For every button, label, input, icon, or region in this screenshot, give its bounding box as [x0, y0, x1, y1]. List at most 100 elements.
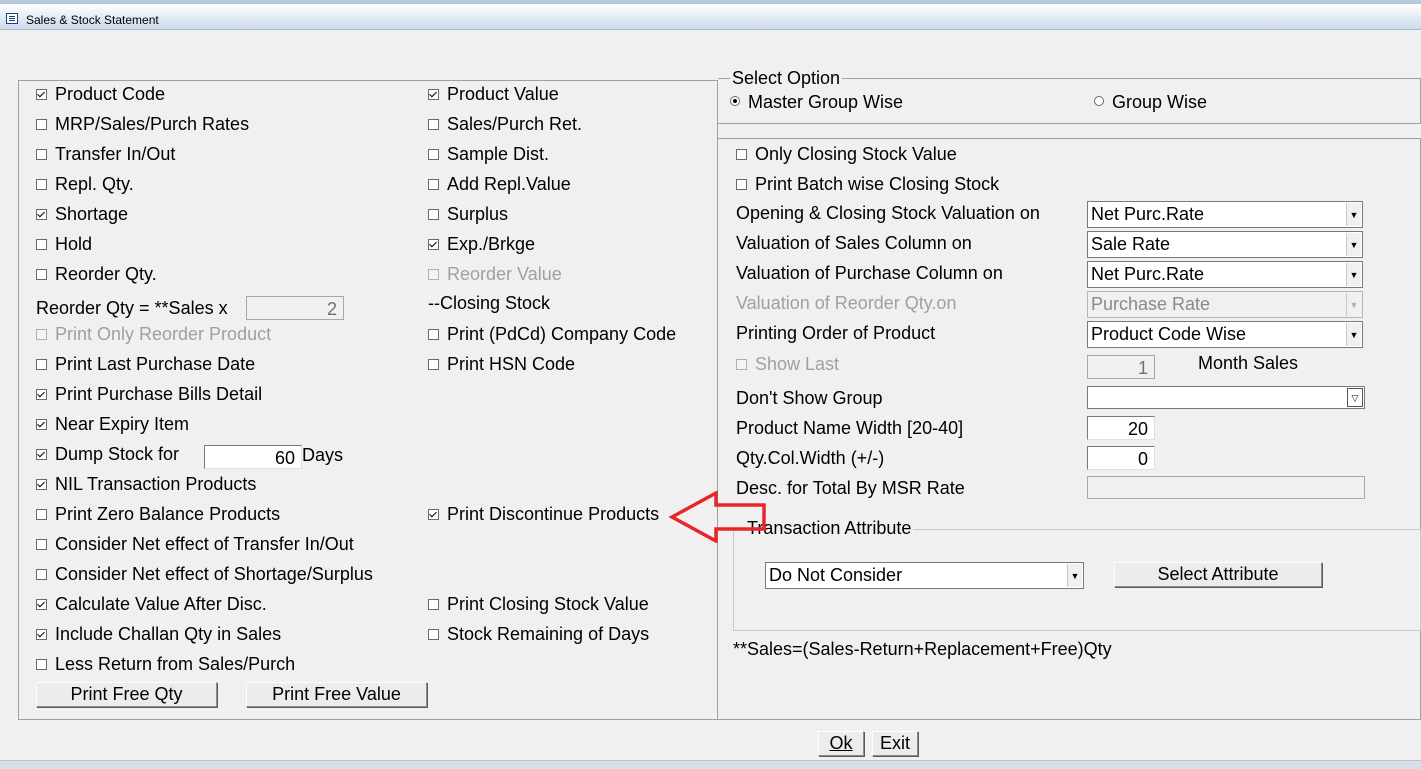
checkbox[interactable]: [428, 269, 439, 280]
option-label: Transfer In/Out: [55, 144, 176, 164]
reorder-valuation-label: Valuation of Reorder Qty.on: [736, 293, 957, 313]
checkbox[interactable]: [36, 389, 47, 400]
sales-column-select[interactable]: Sale Rate ▼: [1087, 231, 1363, 258]
transaction-attribute-select[interactable]: Do Not Consider ▼: [765, 562, 1084, 589]
select-value: Net Purc.Rate: [1091, 264, 1205, 284]
dropdown-arrow-icon[interactable]: ▼: [1346, 263, 1361, 286]
checkbox[interactable]: [36, 629, 47, 640]
option-label: Only Closing Stock Value: [755, 144, 957, 164]
sales-column-label: Valuation of Sales Column on: [736, 233, 972, 253]
option-label: Consider Net effect of Transfer In/Out: [55, 534, 354, 554]
radio-label: Master Group Wise: [748, 92, 904, 112]
option-label: Add Repl.Value: [447, 174, 571, 194]
checkbox[interactable]: [428, 209, 439, 220]
exit-button[interactable]: Exit: [872, 731, 918, 756]
checkbox[interactable]: [36, 449, 47, 460]
checkbox[interactable]: [736, 359, 747, 370]
checkbox[interactable]: [428, 239, 439, 250]
show-last-months-input[interactable]: 1: [1087, 355, 1155, 379]
option-label: Print Discontinue Products: [447, 504, 660, 524]
purchase-column-select[interactable]: Net Purc.Rate ▼: [1087, 261, 1363, 288]
product-name-width-input[interactable]: 20: [1087, 416, 1155, 440]
option-label: Exp./Brkge: [447, 234, 536, 254]
print-free-qty-button[interactable]: Print Free Qty: [36, 682, 217, 707]
option-label: Print Purchase Bills Detail: [55, 384, 263, 404]
dropdown-arrow-icon[interactable]: ▼: [1067, 564, 1082, 587]
checkbox[interactable]: [36, 659, 47, 670]
select-value: Do Not Consider: [769, 565, 903, 585]
checkbox[interactable]: [736, 149, 747, 160]
radio-button[interactable]: [730, 96, 740, 106]
reorder-multiplier-input[interactable]: 2: [246, 296, 344, 320]
checkbox[interactable]: [36, 269, 47, 280]
window-menu-icon[interactable]: [6, 13, 18, 24]
exit-label: Exit: [879, 733, 910, 753]
checkbox[interactable]: [428, 509, 439, 520]
checkbox[interactable]: [36, 359, 47, 370]
checkbox[interactable]: [36, 569, 47, 580]
option-label: Show Last: [755, 354, 840, 374]
dropdown-arrow-icon[interactable]: ▼: [1346, 293, 1361, 316]
checkbox[interactable]: [428, 329, 439, 340]
title-bar: Sales & Stock Statement: [0, 0, 1421, 30]
reorder-valuation-select[interactable]: Purchase Rate ▼: [1087, 291, 1363, 318]
dump-days-input[interactable]: 60: [204, 445, 302, 469]
checkbox[interactable]: [428, 179, 439, 190]
checkbox[interactable]: [428, 629, 439, 640]
print-free-value-button[interactable]: Print Free Value: [246, 682, 427, 707]
checkbox[interactable]: [428, 149, 439, 160]
checkbox[interactable]: [36, 329, 47, 340]
ok-label: Ok: [829, 733, 853, 753]
checkbox[interactable]: [428, 359, 439, 370]
dont-show-group-select[interactable]: ▽: [1087, 386, 1365, 409]
checkbox[interactable]: [36, 149, 47, 160]
select-attribute-button[interactable]: Select Attribute: [1114, 562, 1322, 587]
dropdown-arrow-icon[interactable]: ▼: [1346, 323, 1361, 346]
select-value: Purchase Rate: [1091, 294, 1211, 314]
dropdown-arrow-icon[interactable]: ▼: [1346, 203, 1361, 226]
checkbox[interactable]: [36, 119, 47, 130]
option-label: Include Challan Qty in Sales: [55, 624, 282, 644]
option-label: Sales/Purch Ret.: [447, 114, 583, 134]
option-label: Product Code: [55, 84, 166, 104]
checkbox[interactable]: [36, 89, 47, 100]
checkbox[interactable]: [36, 209, 47, 220]
qty-col-width-input[interactable]: 0: [1087, 446, 1155, 470]
dropdown-arrow-icon[interactable]: ▽: [1347, 388, 1363, 407]
option-label: NIL Transaction Products: [55, 474, 257, 494]
closing-stock-heading: --Closing Stock: [428, 293, 551, 313]
select-value: Product Code Wise: [1091, 324, 1247, 344]
option-label: Print HSN Code: [447, 354, 576, 374]
print-order-select[interactable]: Product Code Wise ▼: [1087, 321, 1363, 348]
option-label: Reorder Value: [447, 264, 562, 284]
checkbox[interactable]: [36, 539, 47, 550]
option-label: Dump Stock for: [55, 444, 180, 464]
purchase-column-label: Valuation of Purchase Column on: [736, 263, 1003, 283]
dump-days-suffix: Days: [302, 445, 344, 465]
option-label: Print (PdCd) Company Code: [447, 324, 677, 344]
checkbox[interactable]: [736, 179, 747, 190]
radio-label: Group Wise: [1112, 92, 1208, 112]
transaction-attribute-title: Transaction Attribute: [745, 517, 914, 539]
checkbox[interactable]: [36, 419, 47, 430]
checkbox[interactable]: [36, 479, 47, 490]
desc-msr-input[interactable]: [1087, 476, 1365, 499]
select-value: Sale Rate: [1091, 234, 1171, 254]
checkbox[interactable]: [36, 179, 47, 190]
window-title: Sales & Stock Statement: [26, 13, 159, 27]
checkbox[interactable]: [428, 599, 439, 610]
option-label: Surplus: [447, 204, 509, 224]
option-label: Print Zero Balance Products: [55, 504, 281, 524]
radio-button[interactable]: [1094, 96, 1104, 106]
desc-msr-label: Desc. for Total By MSR Rate: [736, 478, 965, 498]
checkbox[interactable]: [428, 119, 439, 130]
opening-closing-select[interactable]: Net Purc.Rate ▼: [1087, 201, 1363, 228]
checkbox[interactable]: [36, 239, 47, 250]
checkbox[interactable]: [428, 89, 439, 100]
reorder-qty-formula-label: Reorder Qty = **Sales x: [36, 298, 228, 318]
dropdown-arrow-icon[interactable]: ▼: [1346, 233, 1361, 256]
ok-button[interactable]: Ok: [818, 731, 864, 756]
option-label: Hold: [55, 234, 93, 254]
checkbox[interactable]: [36, 599, 47, 610]
checkbox[interactable]: [36, 509, 47, 520]
